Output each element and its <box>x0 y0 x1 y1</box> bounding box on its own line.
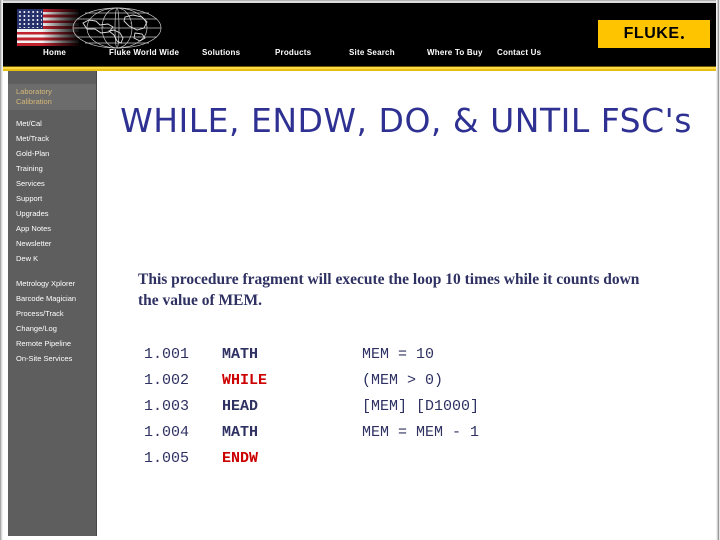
masthead-banner-graphic <box>17 7 169 49</box>
code-fsc-argument: MEM = 10 <box>362 346 435 363</box>
slide-page: FLUKE • Home Fluke World Wide Solutions Pro… <box>0 0 720 540</box>
window-frame-right <box>716 0 720 540</box>
sidebar-navigation: Laboratory Calibration Met/Cal Met/Track G… <box>8 71 97 536</box>
code-fsc-name: MATH <box>222 424 259 441</box>
code-fsc-argument: MEM = MEM - 1 <box>362 424 480 441</box>
sidebar-item-label: Laboratory Calibration <box>16 87 52 106</box>
code-line-number: 1.002 <box>144 372 190 389</box>
masthead-divider-rule <box>3 66 716 71</box>
sidebar-item-met-track[interactable]: Met/Track <box>16 134 49 144</box>
fluke-logo[interactable]: FLUKE • <box>598 20 710 48</box>
code-row: 1.003 HEAD [MEM] [D1000] <box>144 394 479 420</box>
slide-body-text: This procedure fragment will execute the… <box>138 271 640 309</box>
window-frame-left <box>0 0 3 540</box>
sidebar-item-gold-plan[interactable]: Gold-Plan <box>16 149 49 159</box>
sidebar-item-metrology-xplorer[interactable]: Metrology Xplorer <box>16 279 75 289</box>
sidebar-item-app-notes[interactable]: App Notes <box>16 224 51 234</box>
nav-item-products[interactable]: Products <box>275 46 311 60</box>
fluke-wordmark: FLUKE <box>623 25 680 42</box>
wireframe-globe-icon <box>72 7 162 49</box>
sidebar-item-on-site-services[interactable]: On-Site Services <box>16 354 72 364</box>
sidebar-item-support[interactable]: Support <box>16 194 42 204</box>
code-line-number: 1.004 <box>144 424 190 441</box>
sidebar-item-training[interactable]: Training <box>16 164 43 174</box>
sidebar-item-change-log[interactable]: Change/Log <box>16 324 57 334</box>
code-fsc-name: HEAD <box>222 398 259 415</box>
code-line-number: 1.005 <box>144 450 190 467</box>
sidebar-item-barcode-magician[interactable]: Barcode Magician <box>16 294 76 304</box>
nav-item-solutions[interactable]: Solutions <box>202 46 240 60</box>
nav-item-where-to-buy[interactable]: Where To Buy <box>427 46 483 60</box>
sidebar-edge-shadow <box>96 71 97 536</box>
sidebar-item-newsletter[interactable]: Newsletter <box>16 239 51 249</box>
sidebar-item-dew-k[interactable]: Dew K <box>16 254 38 264</box>
code-line-number: 1.003 <box>144 398 190 415</box>
sidebar-item-met-cal[interactable]: Met/Cal <box>16 119 42 129</box>
code-row: 1.001 MATH MEM = 10 <box>144 342 479 368</box>
sidebar-item-upgrades[interactable]: Upgrades <box>16 209 49 219</box>
primary-navigation: Home Fluke World Wide Solutions Products Sit… <box>3 46 716 64</box>
nav-item-fluke-world-wide[interactable]: Fluke World Wide <box>109 46 179 60</box>
code-fsc-name: ENDW <box>222 450 259 467</box>
code-row: 1.004 MATH MEM = MEM - 1 <box>144 420 479 446</box>
sidebar-item-process-track[interactable]: Process/Track <box>16 309 64 319</box>
slide-content: WHILE, ENDW, DO, & UNTIL FSC's This proc… <box>100 74 712 534</box>
registered-mark-icon: • <box>680 32 685 44</box>
code-fsc-name: MATH <box>222 346 259 363</box>
code-row: 1.005 ENDW <box>144 446 479 472</box>
nav-item-site-search[interactable]: Site Search <box>349 46 395 60</box>
procedure-code-listing: 1.001 MATH MEM = 10 1.002 WHILE (MEM > 0) 1.00… <box>144 342 479 472</box>
code-line-number: 1.001 <box>144 346 190 363</box>
nav-item-contact-us[interactable]: Contact Us <box>497 46 541 60</box>
code-fsc-name: WHILE <box>222 372 268 389</box>
code-row: 1.002 WHILE (MEM > 0) <box>144 368 479 394</box>
nav-item-home[interactable]: Home <box>43 46 66 60</box>
code-fsc-argument: [MEM] [D1000] <box>362 398 480 415</box>
page-title: WHILE, ENDW, DO, & UNTIL FSC's <box>120 101 692 140</box>
code-fsc-argument: (MEM > 0) <box>362 372 444 389</box>
sidebar-item-services[interactable]: Services <box>16 179 45 189</box>
sidebar-item-remote-pipeline[interactable]: Remote Pipeline <box>16 339 71 349</box>
sidebar-item-laboratory-calibration[interactable]: Laboratory Calibration <box>8 84 96 110</box>
